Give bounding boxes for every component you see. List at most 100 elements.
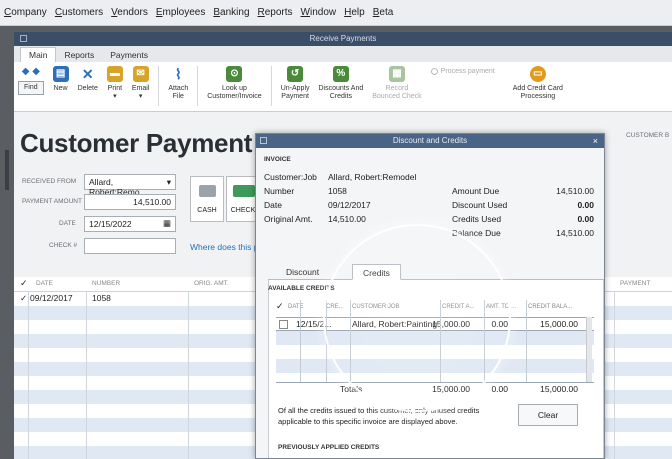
discount-credits-dialog: Discount and Credits × INVOICE Customer:…: [255, 133, 605, 459]
menu-vendors[interactable]: Vendors: [111, 7, 148, 18]
unapply-payment-button[interactable]: ↺ Un-Apply Payment: [281, 66, 310, 101]
credit-col-customer-job[interactable]: CUSTOMER:JOB: [352, 304, 400, 310]
credit-col-date[interactable]: DATE: [288, 304, 304, 310]
col-payment[interactable]: PAYMENT: [620, 280, 650, 287]
column-divider: [350, 300, 351, 382]
totals-credit-balance: 15,000.00: [540, 384, 578, 394]
tab-discount[interactable]: Discount: [276, 264, 329, 280]
cash-button[interactable]: CASH: [190, 176, 224, 222]
check-number-field[interactable]: [84, 238, 176, 254]
tab-credits[interactable]: Credits: [352, 264, 401, 280]
addcc-label-1: Add Credit Card: [512, 85, 563, 92]
credits-used-label: Credits Used: [452, 214, 502, 224]
column-divider: [28, 292, 29, 459]
tab-reports[interactable]: Reports: [56, 48, 102, 62]
credit-col-ref[interactable]: CRE...: [326, 304, 344, 310]
menu-employees[interactable]: Employees: [156, 7, 205, 18]
date-value: 12/15/2022: [89, 219, 132, 229]
column-divider: [484, 300, 485, 382]
menu-reports[interactable]: Reports: [258, 7, 293, 18]
arrows-icon: ◆ ◆: [21, 66, 40, 77]
date-field[interactable]: 12/15/2022 ▦: [84, 216, 176, 232]
email-button[interactable]: ✉ Email ▾: [131, 66, 150, 101]
menu-company[interactable]: Company: [4, 7, 47, 18]
dialog-menu-icon[interactable]: [260, 137, 267, 144]
menu-window[interactable]: Window: [301, 7, 337, 18]
date-label: DATE: [59, 220, 76, 227]
lookup-label-2: Customer/Invoice: [207, 93, 262, 101]
record-bounced-check-button[interactable]: ▦ Record Bounced Check: [372, 66, 422, 101]
close-icon[interactable]: ×: [593, 134, 598, 148]
unapply-label-1: Un-Apply: [280, 85, 310, 92]
process-payment-option[interactable]: Process payment: [430, 68, 495, 75]
dialog-tabs: Discount Credits: [268, 262, 604, 280]
discounts-label-1: Discounts And: [318, 85, 364, 92]
menu-banking[interactable]: Banking: [213, 7, 249, 18]
delete-icon: ✕: [79, 66, 96, 82]
radio-icon: [430, 68, 438, 75]
email-icon: ✉: [132, 66, 149, 82]
addcc-label-2: Processing: [520, 93, 556, 101]
available-credits-label: AVAILABLE CREDITS: [268, 285, 335, 292]
column-divider: [300, 300, 301, 382]
menu-help[interactable]: Help: [344, 7, 365, 18]
window-menu-icon[interactable]: [20, 35, 27, 42]
tab-main[interactable]: Main: [20, 47, 57, 62]
col-orig-amt[interactable]: ORIG. AMT.: [194, 280, 229, 287]
column-divider: [440, 300, 441, 382]
discounts-label-2: Credits: [329, 93, 352, 101]
credit-row[interactable]: 12/15/2... Allard, Robert:Painting 15,00…: [276, 317, 594, 331]
received-from-field[interactable]: Allard, Robert:Remo... ▾: [84, 174, 176, 197]
new-button[interactable]: ▤ New: [52, 66, 69, 93]
credits-scrollbar[interactable]: [586, 317, 592, 383]
col-number[interactable]: NUMBER: [92, 280, 120, 287]
discounts-credits-button[interactable]: % Discounts And Credits: [318, 66, 364, 101]
add-credit-card-button[interactable]: ▭ Add Credit Card Processing: [513, 66, 563, 101]
credit-balance: 15,000.00: [540, 319, 578, 329]
payment-amount-value: 14,510.00: [133, 197, 171, 207]
check-icon: [233, 185, 255, 197]
row-check-icon[interactable]: ✓: [20, 293, 27, 304]
payment-amount-field[interactable]: 14,510.00: [84, 194, 176, 210]
cash-icon: [199, 185, 216, 197]
check-number-label: CHECK #: [49, 242, 78, 249]
record-label-1: Record: [385, 85, 409, 92]
credit-card-icon: ▭: [529, 66, 546, 82]
chevron-down-icon: ▾: [138, 93, 143, 101]
menu-customers[interactable]: Customers: [55, 7, 103, 18]
date-label: Date: [264, 200, 282, 210]
tab-payments[interactable]: Payments: [102, 48, 156, 62]
print-button[interactable]: ▬ Print ▾: [106, 66, 123, 101]
dialog-titlebar: Discount and Credits ×: [256, 134, 604, 148]
credit-checkbox[interactable]: [279, 320, 288, 329]
divider: [158, 66, 160, 106]
bounced-check-icon: ▦: [388, 66, 405, 82]
menu-beta[interactable]: Beta: [373, 7, 394, 18]
calendar-icon[interactable]: ▦: [163, 218, 171, 229]
clear-button[interactable]: Clear: [518, 404, 578, 426]
customer-job-value: Allard, Robert:Remodel: [328, 172, 417, 182]
lookup-button[interactable]: ⊙ Look up Customer/Invoice: [207, 66, 262, 101]
unapply-label-2: Payment: [281, 93, 309, 101]
delete-button[interactable]: ✕ Delete: [78, 66, 98, 93]
window-title: Receive Payments: [309, 34, 377, 43]
totals-amt-to-use: 0.00: [491, 384, 508, 394]
credit-col-balance[interactable]: CREDIT BALA...: [528, 304, 572, 310]
row-date: 09/12/2017: [30, 293, 73, 303]
credit-col-credit-amt[interactable]: CREDIT A...: [442, 304, 475, 310]
col-date[interactable]: DATE: [36, 280, 53, 287]
email-label: Email: [131, 85, 150, 92]
check-label: CHECK: [230, 207, 256, 214]
amount-due-label: Amount Due: [452, 186, 500, 196]
divider: [197, 66, 199, 106]
unapply-icon: ↺: [287, 66, 304, 82]
find-button[interactable]: ◆ ◆ Find: [18, 66, 44, 95]
window-edge-scroll: [5, 150, 9, 190]
credit-col-amt-to-use[interactable]: AMT. TO ...: [486, 304, 516, 310]
credit-amt-to-use[interactable]: 0.00: [456, 319, 508, 329]
chevron-down-icon: ▾: [166, 177, 171, 187]
column-divider: [86, 292, 87, 459]
attach-file-button[interactable]: ⌇ Attach File: [168, 66, 188, 101]
column-divider: [326, 300, 327, 382]
menu-bar: Company Customers Vendors Employees Bank…: [0, 0, 672, 26]
